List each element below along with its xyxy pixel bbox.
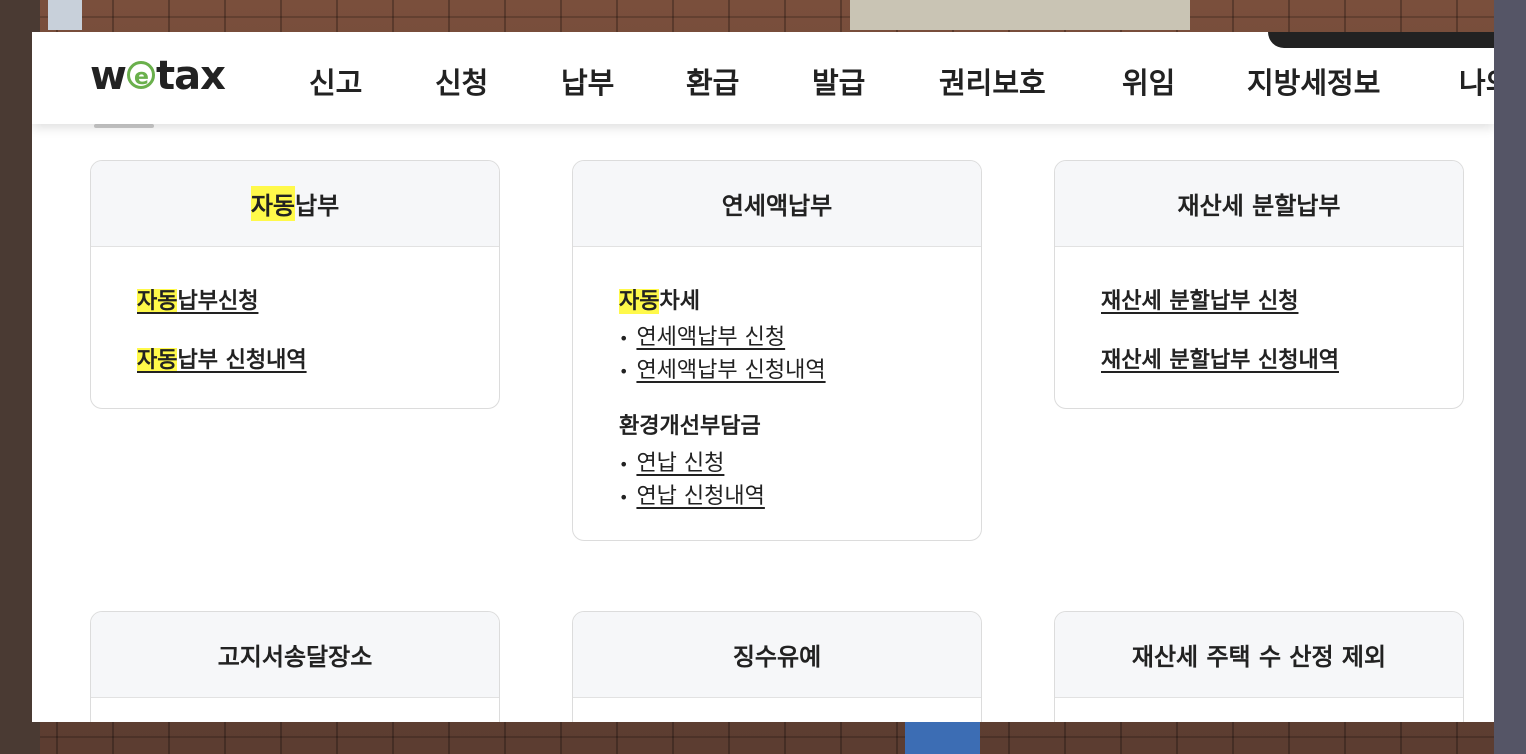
link-annual-payment-history[interactable]: 연세액납부 신청내역	[636, 358, 825, 383]
list-item: • 연납 신청	[619, 451, 725, 476]
nav-item-report[interactable]: 신고	[309, 60, 362, 102]
top-utility-tab[interactable]	[1268, 32, 1494, 48]
card-title: 재산세 분할납부	[1055, 161, 1463, 247]
list-item: • 연납 신청내역	[619, 484, 765, 509]
link-installment-apply[interactable]: 재산세 분할납부 신청	[1101, 283, 1298, 315]
nav-item-rights[interactable]: 권리보호	[939, 60, 1046, 102]
hidden-heading-remnant	[94, 124, 154, 128]
card-house-count-exclusion: 재산세 주택 수 산정 제외	[1054, 611, 1464, 722]
section-env-charge: 환경개선부담금	[619, 414, 761, 439]
card-title: 재산세 주택 수 산정 제외	[1055, 612, 1463, 698]
section-auto-tax: 자동차세	[619, 289, 700, 314]
nav-item-refund[interactable]: 환급	[686, 60, 739, 102]
card-collection-deferral: 징수유예	[572, 611, 982, 722]
card-auto-payment: 자동 납부 자동납부신청 자동납부 신청내역	[90, 160, 500, 409]
nav-item-payment[interactable]: 납부	[561, 60, 614, 102]
card-title: 징수유예	[573, 612, 981, 698]
link-yearly-history[interactable]: 연납 신청내역	[636, 484, 764, 509]
nav-item-apply[interactable]: 신청	[435, 60, 488, 102]
nav-item-delegation[interactable]: 위임	[1122, 60, 1175, 102]
card-title: 자동 납부	[91, 161, 499, 247]
link-installment-history[interactable]: 재산세 분할납부 신청내역	[1101, 342, 1339, 374]
logo-e-icon: e	[126, 61, 155, 90]
list-item: • 연세액납부 신청내역	[619, 358, 826, 383]
nav-item-issue[interactable]: 발급	[812, 60, 865, 102]
nav-item-localtax-info[interactable]: 지방세정보	[1247, 60, 1380, 102]
link-auto-payment-apply[interactable]: 자동납부신청	[137, 283, 258, 315]
link-yearly-apply[interactable]: 연납 신청	[636, 451, 724, 476]
card-annual-payment: 연세액납부 자동차세 • 연세액납부 신청 • 연세액납부 신청내역 환경개선부담금…	[572, 160, 982, 541]
browser-page: wetax 신고 신청 납부 환급 발급 권리보호 위임 지방세정보 나의 자동…	[32, 32, 1494, 722]
card-property-installment: 재산세 분할납부 재산세 분할납부 신청 재산세 분할납부 신청내역	[1054, 160, 1464, 409]
link-annual-payment-apply[interactable]: 연세액납부 신청	[636, 325, 785, 350]
nav-item-my[interactable]: 나의	[1459, 60, 1494, 102]
list-item: • 연세액납부 신청	[619, 325, 786, 350]
link-auto-payment-history[interactable]: 자동납부 신청내역	[137, 342, 307, 374]
top-navigation-bar: wetax 신고 신청 납부 환급 발급 권리보호 위임 지방세정보 나의	[32, 32, 1494, 124]
card-title: 연세액납부	[573, 161, 981, 247]
card-notice-address: 고지서송달장소	[90, 611, 500, 722]
card-title: 고지서송달장소	[91, 612, 499, 698]
wetax-logo[interactable]: w e tax	[90, 54, 226, 98]
